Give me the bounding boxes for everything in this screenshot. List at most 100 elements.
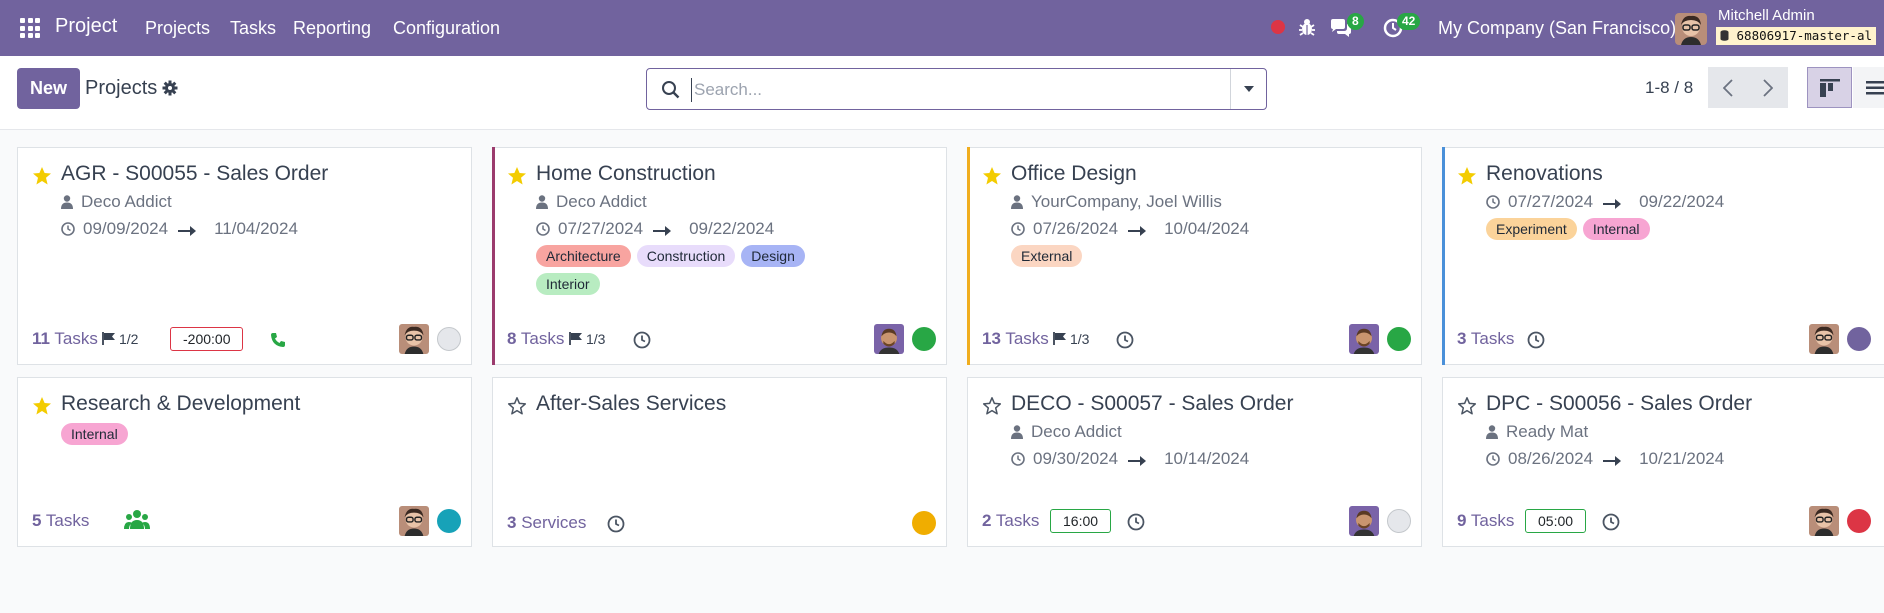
activity-clock-icon[interactable]: [633, 331, 651, 354]
tasks-link[interactable]: 3 Tasks: [1457, 329, 1514, 349]
arrow-right-icon: [1128, 219, 1154, 238]
search-input[interactable]: [691, 78, 1251, 102]
project-card[interactable]: After-Sales Services 3 Services: [492, 377, 947, 547]
date-end: 09/22/2024: [1639, 192, 1725, 211]
apps-icon[interactable]: [20, 18, 40, 38]
tasks-link[interactable]: 9 Tasks: [1457, 511, 1514, 531]
project-dates: 07/27/2024 09/22/2024: [536, 219, 774, 239]
status-indicator[interactable]: [437, 327, 461, 351]
avatar[interactable]: [1349, 506, 1379, 536]
avatar[interactable]: [1809, 506, 1839, 536]
milestone-progress: 1/2: [102, 331, 138, 347]
menu-tasks[interactable]: Tasks: [230, 18, 276, 39]
project-card[interactable]: DPC - S00056 - Sales Order Ready Mat 08/…: [1442, 377, 1884, 547]
activities-count-badge: 42: [1397, 13, 1421, 30]
card-footer: 2 Tasks 16:00: [982, 506, 1411, 536]
card-footer: 11 Tasks 1/2 -200:00: [32, 324, 461, 354]
star-empty-icon[interactable]: [982, 396, 1002, 421]
gear-icon[interactable]: [162, 80, 178, 101]
tasks-link[interactable]: 3 Services: [507, 513, 586, 533]
top-navbar: Project Projects Tasks Reporting Configu…: [0, 0, 1884, 56]
project-title[interactable]: AGR - S00055 - Sales Order: [61, 162, 328, 186]
project-title[interactable]: DECO - S00057 - Sales Order: [1011, 392, 1293, 416]
page-title: Projects: [85, 77, 158, 99]
app-name[interactable]: Project: [55, 15, 117, 38]
avatar[interactable]: [399, 324, 429, 354]
status-indicator[interactable]: [1387, 327, 1411, 351]
star-filled-icon[interactable]: [32, 396, 52, 421]
project-title[interactable]: DPC - S00056 - Sales Order: [1486, 392, 1752, 416]
user-name[interactable]: Mitchell Admin: [1718, 7, 1815, 24]
date-start: 07/27/2024: [558, 219, 644, 238]
tag: Internal: [61, 423, 128, 445]
card-footer: 5 Tasks: [32, 506, 461, 536]
phone-icon[interactable]: [270, 332, 286, 353]
chevron-left-icon: [1723, 78, 1733, 97]
clock-icon: [536, 222, 550, 236]
avatar[interactable]: [1349, 324, 1379, 354]
project-card[interactable]: AGR - S00055 - Sales Order Deco Addict 0…: [17, 147, 472, 365]
status-indicator[interactable]: [1847, 509, 1871, 533]
company-switcher[interactable]: My Company (San Francisco): [1438, 18, 1676, 39]
bug-icon[interactable]: [1297, 17, 1317, 42]
project-title[interactable]: Home Construction: [536, 162, 716, 186]
project-card[interactable]: Renovations 07/27/2024 09/22/2024 Experim…: [1442, 147, 1884, 365]
search-bar: [646, 68, 1267, 110]
project-partner: Ready Mat: [1486, 422, 1588, 442]
star-filled-icon[interactable]: [507, 166, 527, 191]
record-icon[interactable]: [1270, 19, 1286, 40]
card-footer: 8 Tasks 1/3: [507, 324, 936, 354]
tag: Construction: [636, 245, 736, 267]
list-view-button[interactable]: [1853, 67, 1884, 108]
status-indicator[interactable]: [912, 327, 936, 351]
activity-clock-icon[interactable]: [607, 515, 625, 538]
tasks-link[interactable]: 2 Tasks: [982, 511, 1039, 531]
project-title[interactable]: Renovations: [1486, 162, 1603, 186]
avatar[interactable]: [874, 324, 904, 354]
project-title[interactable]: After-Sales Services: [536, 392, 726, 416]
status-indicator[interactable]: [1847, 327, 1871, 351]
activity-clock-icon[interactable]: [1527, 331, 1545, 354]
tasks-link[interactable]: 13 Tasks: [982, 329, 1049, 349]
star-filled-icon[interactable]: [32, 166, 52, 191]
activity-clock-icon[interactable]: [1127, 513, 1145, 536]
activity-clock-icon[interactable]: [1602, 513, 1620, 536]
status-indicator[interactable]: [1387, 509, 1411, 533]
star-empty-icon[interactable]: [1457, 396, 1477, 421]
avatar[interactable]: [1809, 324, 1839, 354]
project-card[interactable]: Office Design YourCompany, Joel Willis 0…: [967, 147, 1422, 365]
menu-configuration[interactable]: Configuration: [393, 18, 500, 39]
menu-reporting[interactable]: Reporting: [293, 18, 371, 39]
menu-projects[interactable]: Projects: [145, 18, 210, 39]
tasks-link[interactable]: 11 Tasks: [32, 329, 98, 349]
user-avatar[interactable]: [1675, 13, 1707, 45]
control-panel: New Projects 1-8 / 8: [0, 56, 1884, 130]
star-empty-icon[interactable]: [507, 396, 527, 421]
project-title[interactable]: Office Design: [1011, 162, 1137, 186]
kanban-view-button[interactable]: [1807, 67, 1852, 108]
search-options-toggle[interactable]: [1230, 69, 1266, 109]
users-icon[interactable]: [124, 509, 150, 536]
arrow-right-icon: [1128, 449, 1154, 468]
project-card[interactable]: Research & Development Internal 5 Tasks: [17, 377, 472, 547]
clock-icon: [61, 222, 75, 236]
pager-previous-button[interactable]: [1708, 67, 1748, 108]
star-filled-icon[interactable]: [982, 166, 1002, 191]
status-indicator[interactable]: [912, 511, 936, 535]
activity-clock-icon[interactable]: [1116, 331, 1134, 354]
date-end: 09/22/2024: [689, 219, 775, 238]
project-card[interactable]: Home Construction Deco Addict 07/27/2024…: [492, 147, 947, 365]
pager-next-button[interactable]: [1748, 67, 1788, 108]
tasks-link[interactable]: 8 Tasks: [507, 329, 564, 349]
pager-value[interactable]: 1-8 / 8: [1645, 78, 1693, 98]
project-card[interactable]: DECO - S00057 - Sales Order Deco Addict …: [967, 377, 1422, 547]
clock-icon: [1486, 452, 1500, 466]
date-end: 10/04/2024: [1164, 219, 1250, 238]
avatar[interactable]: [399, 506, 429, 536]
new-button[interactable]: New: [17, 68, 80, 109]
star-filled-icon[interactable]: [1457, 166, 1477, 191]
status-indicator[interactable]: [437, 509, 461, 533]
date-end: 10/21/2024: [1639, 449, 1725, 468]
project-title[interactable]: Research & Development: [61, 392, 300, 416]
tasks-link[interactable]: 5 Tasks: [32, 511, 89, 531]
